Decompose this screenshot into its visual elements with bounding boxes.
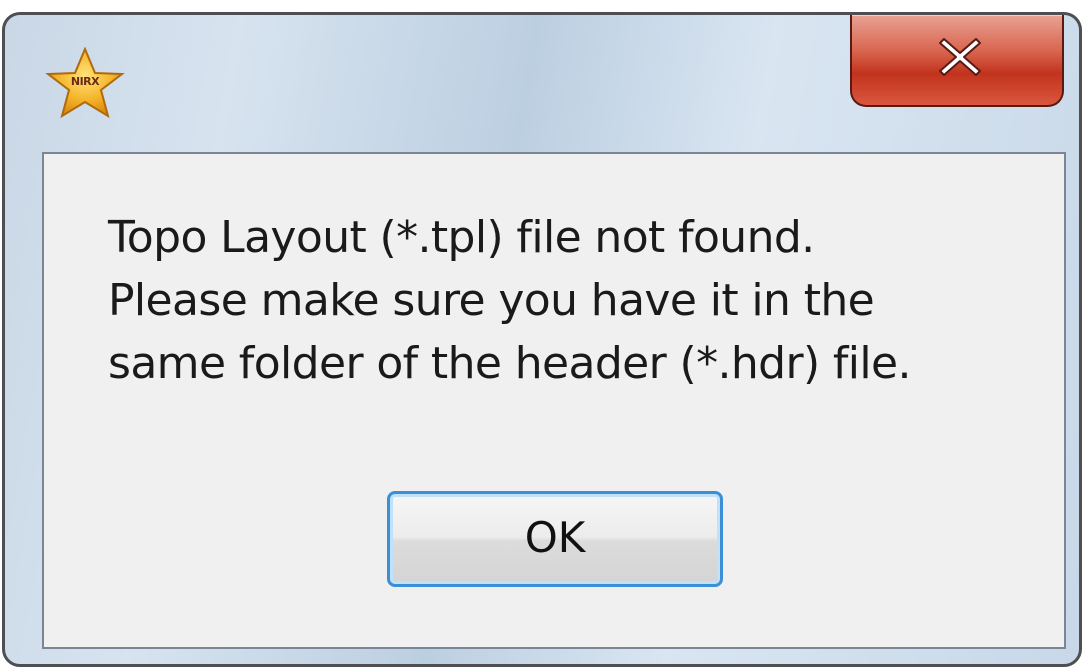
message-line-3: same folder of the header (*.hdr) file. bbox=[108, 338, 912, 389]
ok-button[interactable]: OK bbox=[387, 491, 723, 587]
close-button[interactable] bbox=[850, 15, 1064, 107]
dialog-window: NIRX Topo Layout (*.tpl) file not found.… bbox=[2, 12, 1082, 667]
close-icon bbox=[939, 38, 981, 76]
dialog-content: Topo Layout (*.tpl) file not found. Plea… bbox=[42, 152, 1066, 649]
message-line-1: Topo Layout (*.tpl) file not found. bbox=[108, 212, 815, 263]
message-line-2: Please make sure you have it in the bbox=[108, 275, 875, 326]
app-icon-text: NIRX bbox=[70, 75, 100, 88]
error-message: Topo Layout (*.tpl) file not found. Plea… bbox=[108, 206, 912, 395]
app-star-icon: NIRX bbox=[45, 47, 125, 119]
